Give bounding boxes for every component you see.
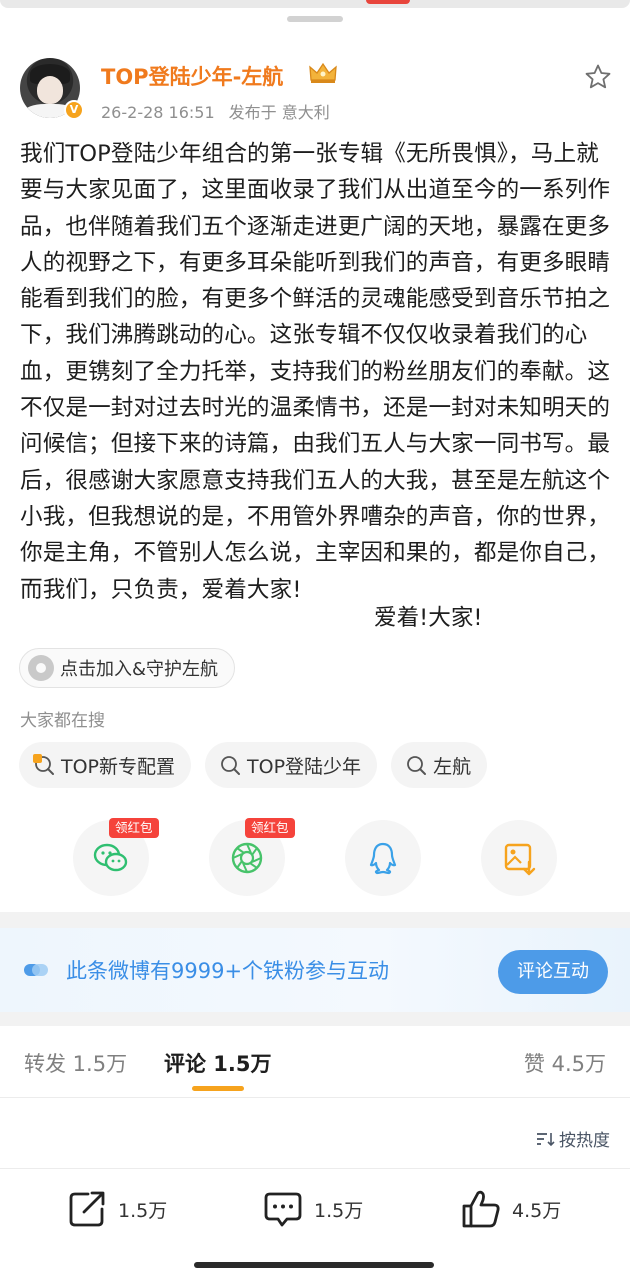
sort-label: 按热度	[559, 1131, 610, 1151]
post-body: 我们TOP登陆少年组合的第一张专辑《无所畏惧》，马上就要与大家见面了，这里面收录…	[20, 141, 611, 603]
share-row: 领红包 领红包	[73, 818, 557, 896]
red-packet-tag: 领红包	[109, 818, 159, 838]
crown-icon	[309, 62, 337, 83]
favorite-star-icon[interactable]	[584, 63, 612, 91]
join-fan-club-chip[interactable]: 点击加入&守护左航	[19, 648, 236, 688]
sort-icon	[537, 1132, 555, 1146]
fans-pulse-icon	[24, 964, 48, 976]
search-icon	[407, 756, 427, 775]
repost-count: 1.5万	[118, 1199, 168, 1222]
bottom-bar-divider	[0, 1168, 630, 1169]
home-indicator[interactable]	[194, 1262, 434, 1268]
save-image-button[interactable]	[481, 820, 557, 896]
tab-repost[interactable]: 转发 1.5万	[24, 1048, 127, 1078]
search-chip-top-new-album[interactable]: TOP新专配置	[19, 742, 192, 788]
red-packet-tag: 领红包	[245, 818, 295, 838]
post-sign-off: 爱着!大家!	[374, 605, 483, 631]
thumbs-up-icon	[462, 1190, 500, 1228]
username[interactable]: TOP登陆少年-左航	[101, 61, 283, 91]
trending-search-chips: TOP新专配置 TOP登陆少年 左航	[19, 742, 488, 788]
tab-like[interactable]: 赞 4.5万	[524, 1048, 606, 1078]
moments-icon	[231, 842, 263, 874]
search-chip-zuohang[interactable]: 左航	[391, 742, 488, 788]
section-divider	[0, 1012, 630, 1026]
section-divider	[0, 912, 630, 928]
previous-sheet-edge	[0, 0, 630, 8]
post-location: 发布于 意大利	[228, 103, 330, 122]
post-meta: 26-2-28 16:51 发布于 意大利	[101, 99, 330, 123]
comment-count: 1.5万	[314, 1199, 364, 1222]
search-chip-label: TOP新专配置	[61, 755, 176, 778]
repost-action[interactable]: 1.5万	[66, 1188, 167, 1230]
notification-stub	[366, 0, 410, 4]
qq-icon	[369, 842, 397, 875]
verified-badge-icon: V	[64, 100, 84, 120]
fan-club-icon	[28, 655, 54, 681]
save-image-icon	[504, 843, 536, 876]
search-chip-label: 左航	[433, 755, 472, 778]
sort-by-hot-button[interactable]: 按热度	[535, 1126, 610, 1151]
tab-divider	[0, 1097, 630, 1098]
repost-icon	[69, 1191, 105, 1227]
interaction-banner-text: 此条微博有9999+个铁粉参与互动	[66, 959, 390, 983]
active-tab-indicator	[192, 1086, 244, 1091]
trending-search-heading: 大家都在搜	[20, 711, 105, 731]
tab-comment[interactable]: 评论 1.5万	[164, 1048, 272, 1078]
comment-action[interactable]: 1.5万	[262, 1188, 363, 1230]
search-chip-top-group[interactable]: TOP登陆少年	[205, 742, 378, 788]
hot-search-icon	[33, 754, 54, 775]
like-action[interactable]: 4.5万	[460, 1188, 561, 1230]
search-chip-label: TOP登陆少年	[247, 755, 362, 778]
comment-icon	[264, 1192, 302, 1227]
search-icon	[221, 756, 241, 775]
share-qq-button[interactable]	[345, 820, 421, 896]
sheet-grabber[interactable]	[287, 16, 343, 22]
like-count: 4.5万	[512, 1199, 562, 1222]
comment-interact-button[interactable]: 评论互动	[498, 950, 608, 994]
join-fan-club-label: 点击加入&守护左航	[60, 659, 219, 680]
post-timestamp: 26-2-28 16:51	[101, 103, 215, 122]
wechat-icon	[93, 843, 128, 872]
